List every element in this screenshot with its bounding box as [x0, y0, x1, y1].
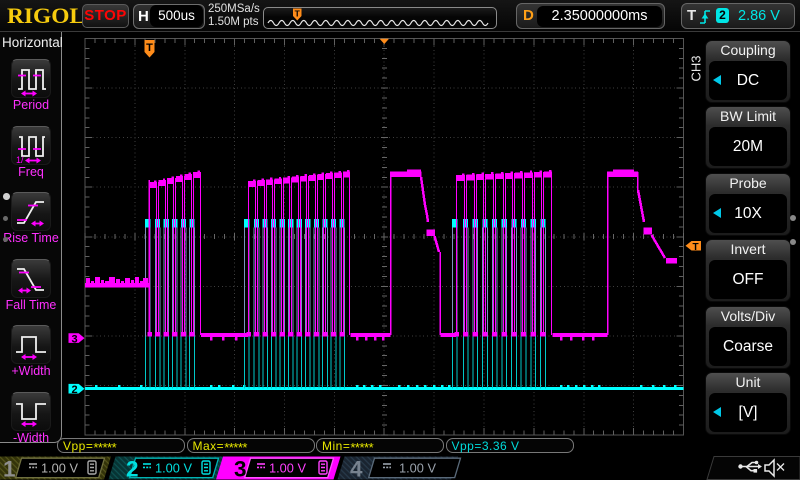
- svg-text:1.00 V: 1.00 V: [41, 460, 78, 475]
- svg-text:T: T: [146, 42, 153, 54]
- svg-text:3: 3: [71, 333, 77, 345]
- svg-text:T: T: [295, 8, 301, 18]
- svg-text:1.00 V: 1.00 V: [155, 460, 192, 475]
- svg-text:1.00 V: 1.00 V: [269, 460, 306, 475]
- svg-text:2: 2: [71, 384, 77, 396]
- svg-text:1.00 V: 1.00 V: [399, 460, 436, 475]
- svg-text:1: 1: [3, 457, 16, 480]
- svg-text:3: 3: [234, 457, 247, 480]
- svg-text:1/: 1/: [16, 155, 24, 165]
- svg-text:4: 4: [350, 457, 363, 480]
- svg-text:2: 2: [126, 457, 139, 480]
